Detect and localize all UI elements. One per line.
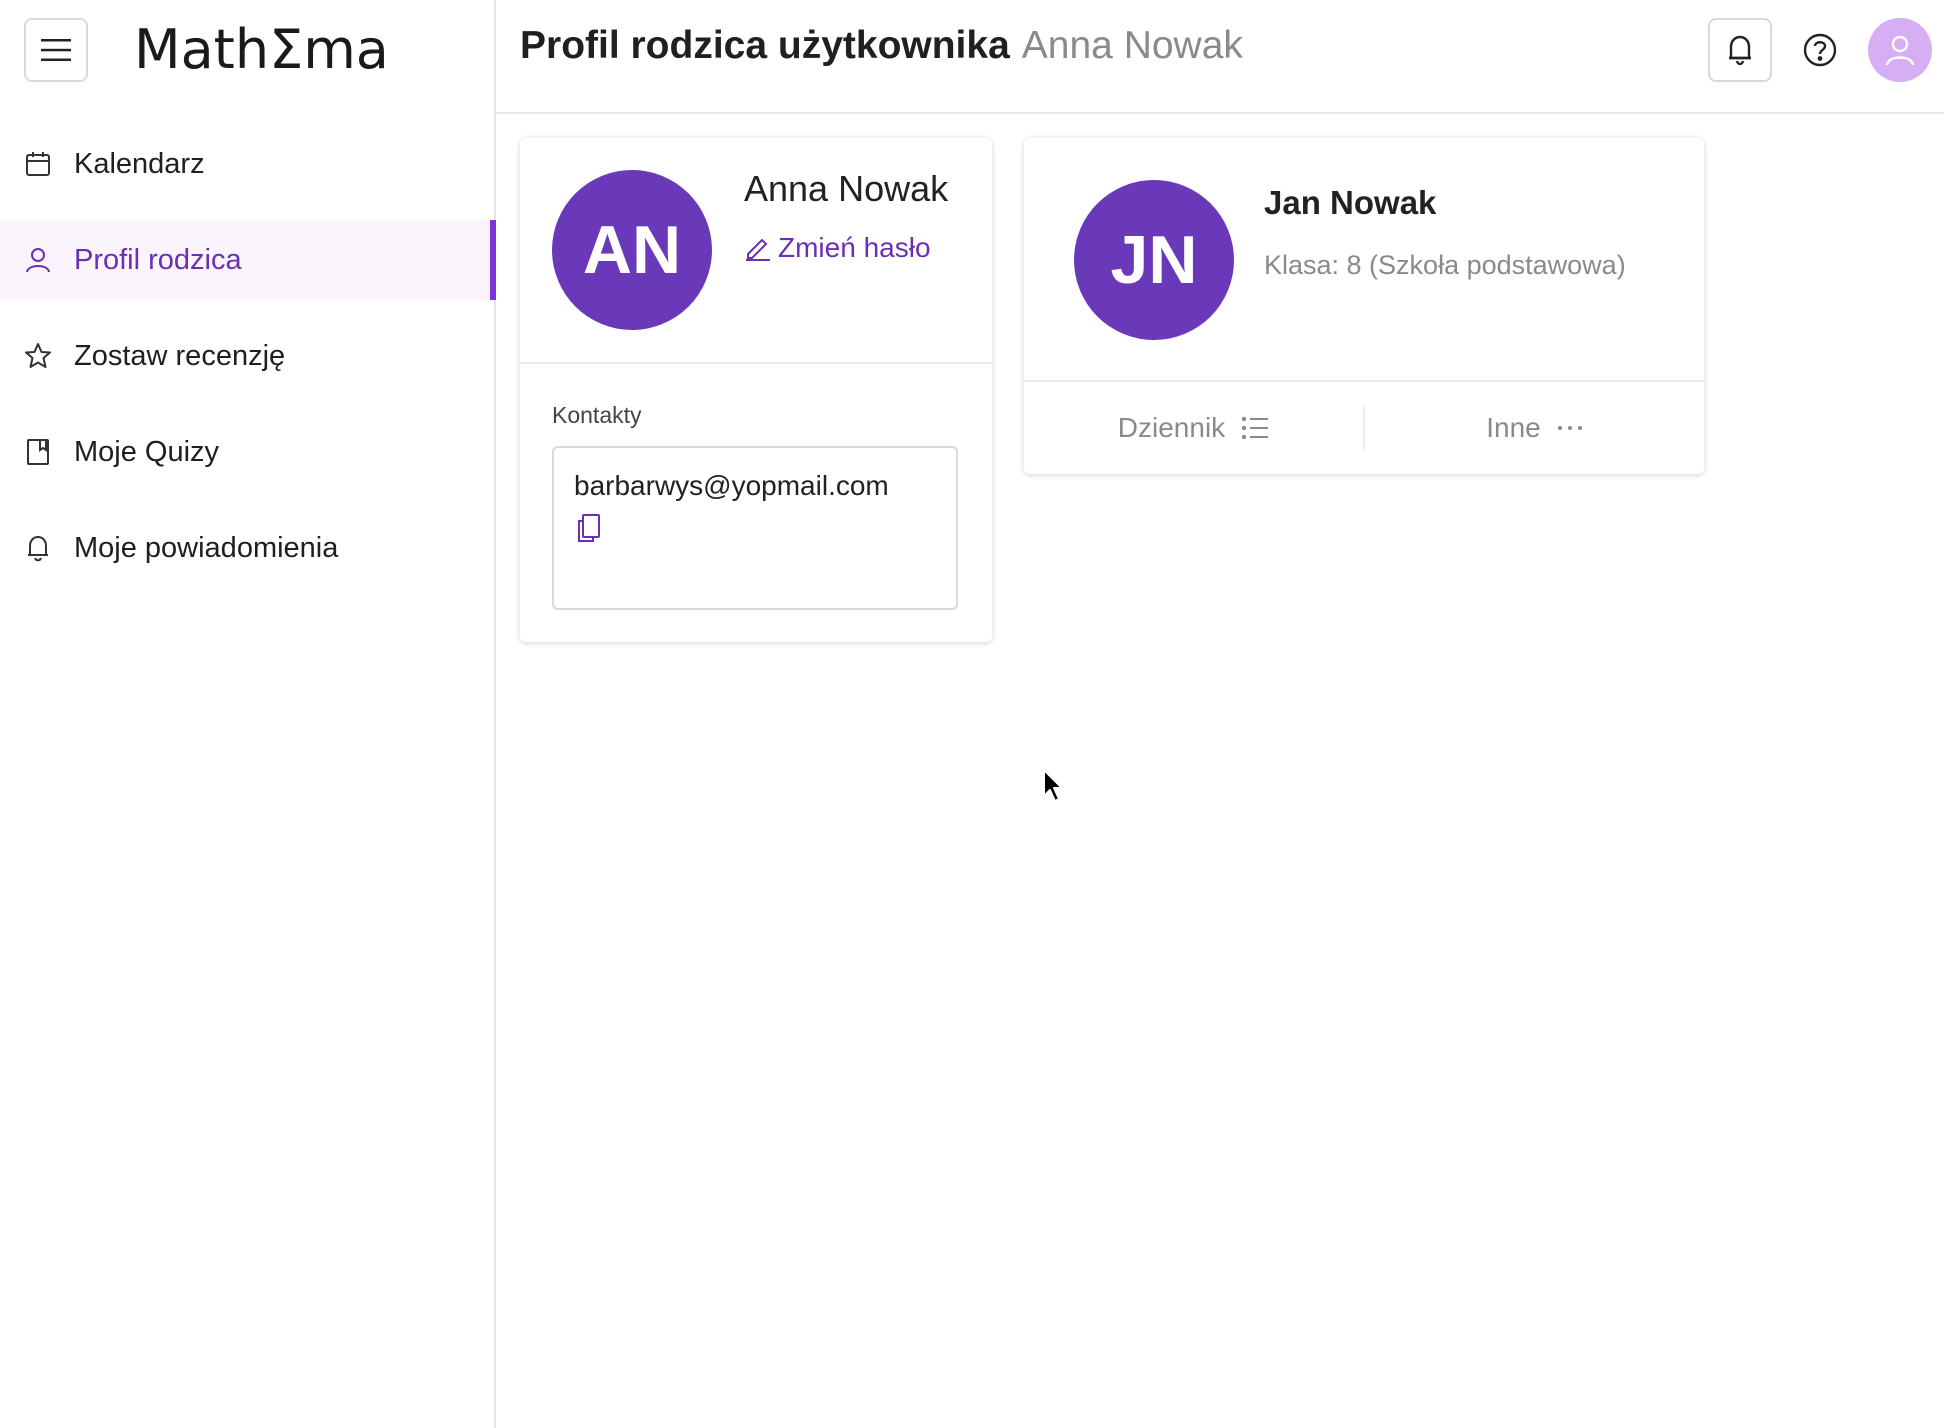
- sidebar: MathΣma Kalendarz Profil rodzica Zostaw …: [0, 0, 496, 1428]
- page-title-subtitle: Anna Nowak: [1021, 24, 1243, 67]
- parent-profile-card: AN Anna Nowak Zmień hasło Kontakty barba…: [520, 138, 992, 642]
- copy-icon[interactable]: [574, 512, 606, 544]
- star-icon: [24, 342, 52, 370]
- parent-name: Anna Nowak: [744, 168, 949, 209]
- bookmark-icon: [24, 438, 52, 466]
- child-actions: Dziennik Inne: [1024, 382, 1704, 474]
- inne-button[interactable]: Inne: [1365, 404, 1704, 452]
- child-name: Jan Nowak: [1264, 184, 1437, 221]
- user-icon: [1885, 35, 1915, 66]
- sidebar-item-zostaw-recenzje[interactable]: Zostaw recenzję: [0, 316, 496, 396]
- sidebar-item-label: Kalendarz: [74, 147, 205, 180]
- card-divider: [520, 362, 992, 364]
- inne-label: Inne: [1486, 412, 1541, 443]
- sidebar-item-kalendarz[interactable]: Kalendarz: [0, 124, 496, 204]
- contacts-label: Kontakty: [552, 402, 642, 428]
- calendar-icon: [24, 150, 52, 178]
- dziennik-button[interactable]: Dziennik: [1024, 404, 1363, 452]
- sidebar-item-label: Profil rodzica: [74, 243, 242, 276]
- bell-icon: [24, 534, 52, 562]
- dziennik-label: Dziennik: [1117, 412, 1226, 443]
- change-password-link[interactable]: Zmień hasło: [744, 232, 931, 264]
- hamburger-menu-button[interactable]: [24, 18, 88, 82]
- sidebar-item-moje-quizy[interactable]: Moje Quizy: [0, 412, 496, 492]
- sidebar-item-label: Moje powiadomienia: [74, 531, 339, 564]
- parent-avatar: AN: [552, 170, 712, 330]
- list-icon: [1241, 416, 1269, 440]
- bell-icon: [1729, 35, 1751, 66]
- contact-box: barbarwys@yopmail.com: [552, 446, 958, 610]
- mathema-logo: MathΣma: [134, 18, 389, 81]
- help-icon: [1803, 33, 1837, 67]
- pencil-icon: [746, 238, 770, 261]
- contact-email: barbarwys@yopmail.com: [574, 470, 889, 501]
- user-avatar-button[interactable]: [1868, 18, 1932, 82]
- sidebar-item-profil-rodzica[interactable]: Profil rodzica: [0, 220, 496, 300]
- notifications-button[interactable]: [1708, 18, 1772, 82]
- sidebar-item-moje-powiadomienia[interactable]: Moje powiadomienia: [0, 508, 496, 588]
- page-header: Profil rodzica użytkownika Anna Nowak: [496, 0, 1944, 114]
- sidebar-nav: Kalendarz Profil rodzica Zostaw recenzję: [0, 124, 496, 604]
- svg-text:MathΣma: MathΣma: [134, 18, 389, 81]
- child-profile-card: JN Jan Nowak Klasa: 8 (Szkoła podstawowa…: [1024, 138, 1704, 474]
- change-password-label: Zmień hasło: [778, 232, 931, 263]
- help-button[interactable]: [1796, 26, 1844, 74]
- page-title-main: Profil rodzica użytkownika: [520, 24, 1010, 67]
- sidebar-item-label: Zostaw recenzję: [74, 339, 286, 372]
- child-class: Klasa: 8 (Szkoła podstawowa): [1264, 250, 1626, 280]
- sidebar-item-label: Moje Quizy: [74, 435, 220, 468]
- hamburger-icon: [41, 39, 71, 61]
- user-icon: [24, 246, 52, 274]
- mouse-cursor-icon: [1043, 769, 1063, 802]
- child-avatar: JN: [1074, 180, 1234, 340]
- more-horizontal-icon: [1557, 424, 1583, 432]
- page-title: Profil rodzica użytkownika Anna Nowak: [520, 24, 1243, 68]
